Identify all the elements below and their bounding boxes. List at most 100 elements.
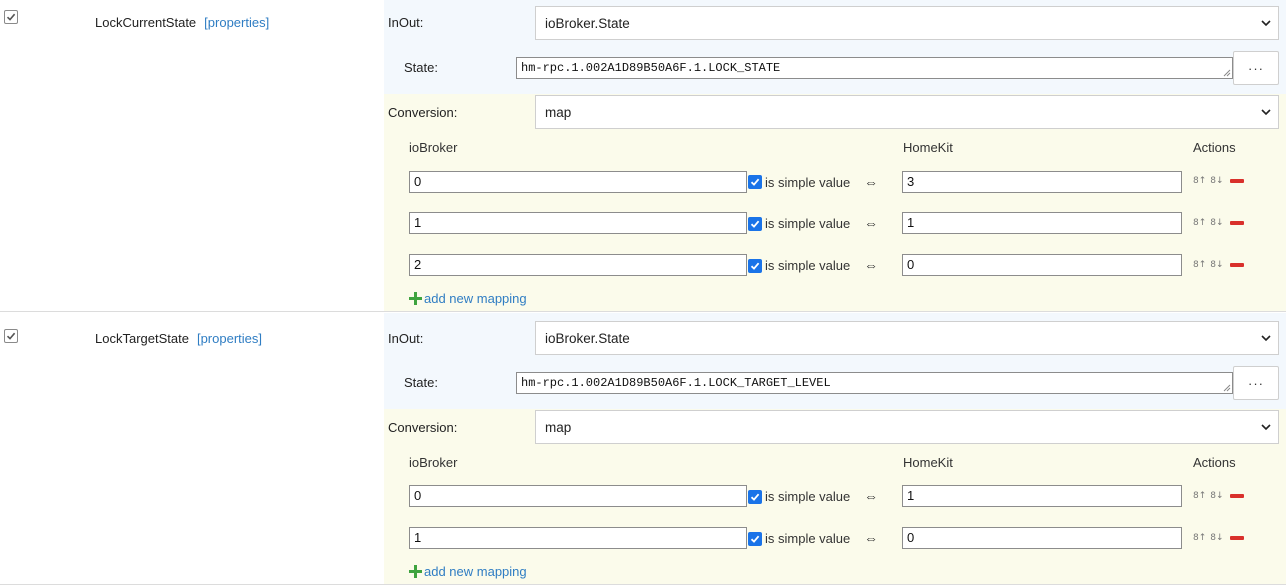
state-textarea[interactable]: hm-rpc.1.002A1D89B50A6F.1.LOCK_STATE bbox=[516, 57, 1233, 79]
bidirectional-arrow-icon: ⇔ bbox=[864, 530, 878, 546]
simple-value-checkbox[interactable] bbox=[748, 217, 762, 231]
resize-grip-icon[interactable] bbox=[1222, 383, 1231, 392]
move-down-icon[interactable]: 8↓ bbox=[1210, 176, 1223, 186]
characteristic-enable-checkbox[interactable] bbox=[4, 329, 18, 343]
checkmark-icon bbox=[750, 493, 760, 501]
iobroker-value-input[interactable]: 1 bbox=[409, 212, 747, 234]
inout-select[interactable]: ioBroker.State bbox=[535, 6, 1279, 40]
checkmark-icon bbox=[750, 178, 760, 186]
iobroker-value-input[interactable]: 1 bbox=[409, 527, 747, 549]
state-label: State: bbox=[404, 60, 438, 75]
conversion-panel: Conversion: map ioBroker HomeKit Actions… bbox=[384, 409, 1286, 584]
conversion-label: Conversion: bbox=[388, 420, 458, 435]
homekit-value-input[interactable]: 1 bbox=[902, 485, 1182, 507]
iobroker-value: 1 bbox=[414, 530, 422, 545]
col-header-iobroker: ioBroker bbox=[409, 140, 458, 155]
col-header-homekit: HomeKit bbox=[903, 140, 953, 155]
conversion-panel: Conversion: map ioBroker HomeKit Actions… bbox=[384, 94, 1286, 311]
inout-select-value: ioBroker.State bbox=[545, 330, 630, 346]
characteristic-enable-checkbox[interactable] bbox=[4, 10, 18, 24]
conversion-label: Conversion: bbox=[388, 105, 458, 120]
plus-icon bbox=[409, 565, 422, 578]
inout-select-value: ioBroker.State bbox=[545, 15, 630, 31]
homekit-value: 1 bbox=[907, 215, 915, 230]
homekit-value: 0 bbox=[907, 257, 915, 272]
col-header-iobroker: ioBroker bbox=[409, 455, 458, 470]
inout-select[interactable]: ioBroker.State bbox=[535, 321, 1279, 355]
homekit-value-input[interactable]: 0 bbox=[902, 254, 1182, 276]
iobroker-value: 2 bbox=[414, 257, 422, 272]
move-up-icon[interactable]: 8↑ bbox=[1193, 218, 1206, 228]
characteristic-name-text: LockTargetState bbox=[95, 331, 189, 346]
add-mapping-label: add new mapping bbox=[424, 291, 527, 306]
chevron-down-icon bbox=[1261, 20, 1271, 27]
bidirectional-arrow-icon: ⇔ bbox=[864, 174, 878, 190]
delete-mapping-icon[interactable] bbox=[1229, 263, 1244, 267]
move-up-icon[interactable]: 8↑ bbox=[1193, 176, 1206, 186]
iobroker-value-input[interactable]: 2 bbox=[409, 254, 747, 276]
state-label: State: bbox=[404, 375, 438, 390]
mapping-actions: 8↑ 8↓ bbox=[1193, 491, 1244, 501]
homekit-value-input[interactable]: 1 bbox=[902, 212, 1182, 234]
simple-value-label: is simple value bbox=[765, 258, 851, 273]
move-down-icon[interactable]: 8↓ bbox=[1210, 491, 1223, 501]
inout-panel: InOut: ioBroker.State State: hm-rpc.1.00… bbox=[384, 313, 1286, 409]
homekit-value: 1 bbox=[907, 488, 915, 503]
inout-label: InOut: bbox=[388, 331, 424, 346]
iobroker-value: 0 bbox=[414, 488, 422, 503]
move-down-icon[interactable]: 8↓ bbox=[1210, 533, 1223, 543]
properties-link[interactable]: [properties] bbox=[197, 331, 262, 346]
delete-mapping-icon[interactable] bbox=[1229, 536, 1244, 540]
add-mapping-link[interactable]: add new mapping bbox=[409, 291, 527, 306]
simple-value-label: is simple value bbox=[765, 175, 851, 190]
bidirectional-arrow-icon: ⇔ bbox=[864, 215, 878, 231]
add-mapping-link[interactable]: add new mapping bbox=[409, 564, 527, 579]
conversion-select[interactable]: map bbox=[535, 410, 1279, 444]
chevron-down-icon bbox=[1261, 335, 1271, 342]
checkmark-icon bbox=[750, 262, 760, 270]
mapping-actions: 8↑ 8↓ bbox=[1193, 260, 1244, 270]
bidirectional-arrow-icon: ⇔ bbox=[864, 257, 878, 273]
homekit-value-input[interactable]: 3 bbox=[902, 171, 1182, 193]
delete-mapping-icon[interactable] bbox=[1229, 179, 1244, 183]
state-textarea[interactable]: hm-rpc.1.002A1D89B50A6F.1.LOCK_TARGET_LE… bbox=[516, 372, 1233, 394]
simple-value-label: is simple value bbox=[765, 489, 851, 504]
simple-value-checkbox[interactable] bbox=[748, 259, 762, 273]
move-down-icon[interactable]: 8↓ bbox=[1210, 260, 1223, 270]
simple-value-checkbox[interactable] bbox=[748, 175, 762, 189]
select-state-button[interactable]: ··· bbox=[1233, 51, 1279, 85]
move-up-icon[interactable]: 8↑ bbox=[1193, 491, 1206, 501]
select-state-button[interactable]: ··· bbox=[1233, 366, 1279, 400]
move-down-icon[interactable]: 8↓ bbox=[1210, 218, 1223, 228]
checkmark-icon bbox=[6, 332, 16, 340]
plus-icon bbox=[409, 292, 422, 305]
delete-mapping-icon[interactable] bbox=[1229, 221, 1244, 225]
checkmark-icon bbox=[6, 13, 16, 21]
iobroker-value: 1 bbox=[414, 215, 422, 230]
characteristic-name-text: LockCurrentState bbox=[95, 15, 197, 30]
move-up-icon[interactable]: 8↑ bbox=[1193, 260, 1206, 270]
simple-value-checkbox[interactable] bbox=[748, 490, 762, 504]
homekit-value-input[interactable]: 0 bbox=[902, 527, 1182, 549]
move-up-icon[interactable]: 8↑ bbox=[1193, 533, 1206, 543]
state-textarea-value: hm-rpc.1.002A1D89B50A6F.1.LOCK_STATE bbox=[521, 61, 781, 75]
mapping-actions: 8↑ 8↓ bbox=[1193, 176, 1244, 186]
mapping-actions: 8↑ 8↓ bbox=[1193, 533, 1244, 543]
simple-value-label: is simple value bbox=[765, 531, 851, 546]
characteristic-name: LockCurrentState [properties] bbox=[95, 15, 269, 30]
chevron-down-icon bbox=[1261, 109, 1271, 116]
conversion-select-value: map bbox=[545, 104, 572, 120]
iobroker-value-input[interactable]: 0 bbox=[409, 171, 747, 193]
resize-grip-icon[interactable] bbox=[1222, 68, 1231, 77]
characteristic-row: LockTargetState [properties] InOut: ioBro… bbox=[0, 313, 1286, 585]
mapping-actions: 8↑ 8↓ bbox=[1193, 218, 1244, 228]
properties-link[interactable]: [properties] bbox=[204, 15, 269, 30]
homekit-value: 3 bbox=[907, 174, 915, 189]
conversion-select-value: map bbox=[545, 419, 572, 435]
characteristic-name: LockTargetState [properties] bbox=[95, 331, 262, 346]
simple-value-checkbox[interactable] bbox=[748, 532, 762, 546]
col-header-homekit: HomeKit bbox=[903, 455, 953, 470]
iobroker-value-input[interactable]: 0 bbox=[409, 485, 747, 507]
delete-mapping-icon[interactable] bbox=[1229, 494, 1244, 498]
conversion-select[interactable]: map bbox=[535, 95, 1279, 129]
